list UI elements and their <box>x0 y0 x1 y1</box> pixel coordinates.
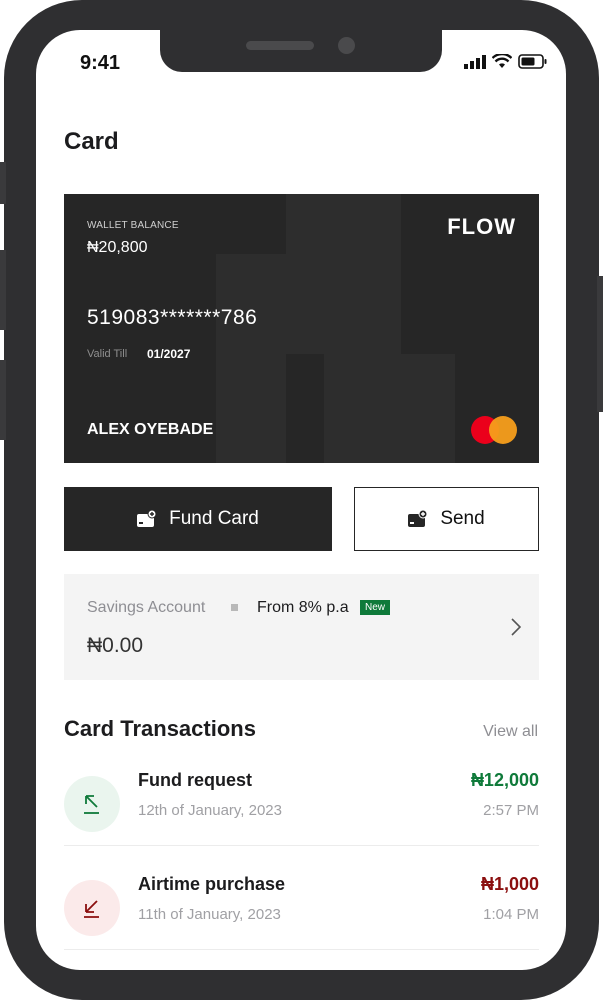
card-brand-logo: FLOW <box>447 214 516 239</box>
transaction-time: 2:57 PM <box>483 802 539 819</box>
virtual-card[interactable]: WALLET BALANCE ₦20,800 FLOW 519083******… <box>64 194 539 463</box>
card-pattern <box>286 194 401 354</box>
notch <box>160 30 442 72</box>
phone-power-button <box>597 276 603 412</box>
savings-account-card[interactable]: Savings Account From 8% p.a New ₦0.00 <box>64 574 539 680</box>
view-all-link[interactable]: View all <box>483 723 538 741</box>
speaker <box>246 41 314 50</box>
arrow-up-left-icon <box>84 795 99 814</box>
card-plus-icon <box>137 510 157 527</box>
card-transactions-title: Card Transactions <box>64 716 256 741</box>
status-icons <box>464 54 548 69</box>
status-time: 9:41 <box>80 52 121 74</box>
mastercard-orange-circle <box>489 416 517 444</box>
wifi-icon <box>492 54 512 68</box>
transaction-icon <box>64 880 120 936</box>
fund-card-button[interactable]: Fund Card <box>64 487 332 551</box>
fund-card-label: Fund Card <box>169 508 259 529</box>
card-pattern <box>324 354 401 463</box>
screen: 9:41 Card WALLET BALANCE ₦20,800 FLOW 51… <box>36 30 566 970</box>
separator-dot <box>231 604 238 611</box>
card-holder-name: ALEX OYEBADE <box>87 421 214 438</box>
transaction-name: Airtime purchase <box>138 874 286 894</box>
valid-till-label: Valid Till <box>87 348 128 360</box>
savings-balance: ₦0.00 <box>87 634 144 657</box>
transaction-icon <box>64 776 120 832</box>
card-pattern <box>216 254 286 463</box>
savings-account-label: Savings Account <box>87 599 206 616</box>
page-title: Card <box>64 128 119 155</box>
transaction-amount: ₦1,000 <box>480 874 539 894</box>
card-pattern <box>401 354 455 463</box>
arrow-down-left-icon <box>84 900 99 918</box>
transaction-name: Fund request <box>138 770 253 790</box>
send-label: Send <box>440 508 485 529</box>
divider <box>64 845 539 846</box>
mastercard-logo <box>471 416 517 444</box>
camera <box>338 37 355 54</box>
valid-till-value: 01/2027 <box>147 347 191 361</box>
phone-side-button <box>0 162 6 204</box>
transaction-date: 12th of January, 2023 <box>138 802 282 819</box>
card-number: 519083*******786 <box>87 306 258 329</box>
new-badge: New <box>360 600 391 615</box>
wallet-balance-value: ₦20,800 <box>87 239 148 256</box>
transaction-amount: ₦12,000 <box>470 770 539 790</box>
signal-icon <box>464 54 486 69</box>
transaction-time: 1:04 PM <box>483 906 539 923</box>
send-button[interactable]: Send <box>354 487 539 551</box>
savings-rate: From 8% p.a <box>257 599 349 616</box>
battery-icon <box>518 54 547 69</box>
transaction-date: 11th of January, 2023 <box>138 906 281 923</box>
phone-volume-up-button <box>0 250 6 330</box>
chevron-right-icon[interactable] <box>511 616 522 642</box>
wallet-balance-label: WALLET BALANCE <box>87 220 179 231</box>
phone-volume-down-button <box>0 360 6 440</box>
transaction-row[interactable]: Fund request 12th of January, 2023 ₦12,0… <box>64 770 539 870</box>
card-send-icon <box>408 510 428 527</box>
divider <box>64 949 539 950</box>
